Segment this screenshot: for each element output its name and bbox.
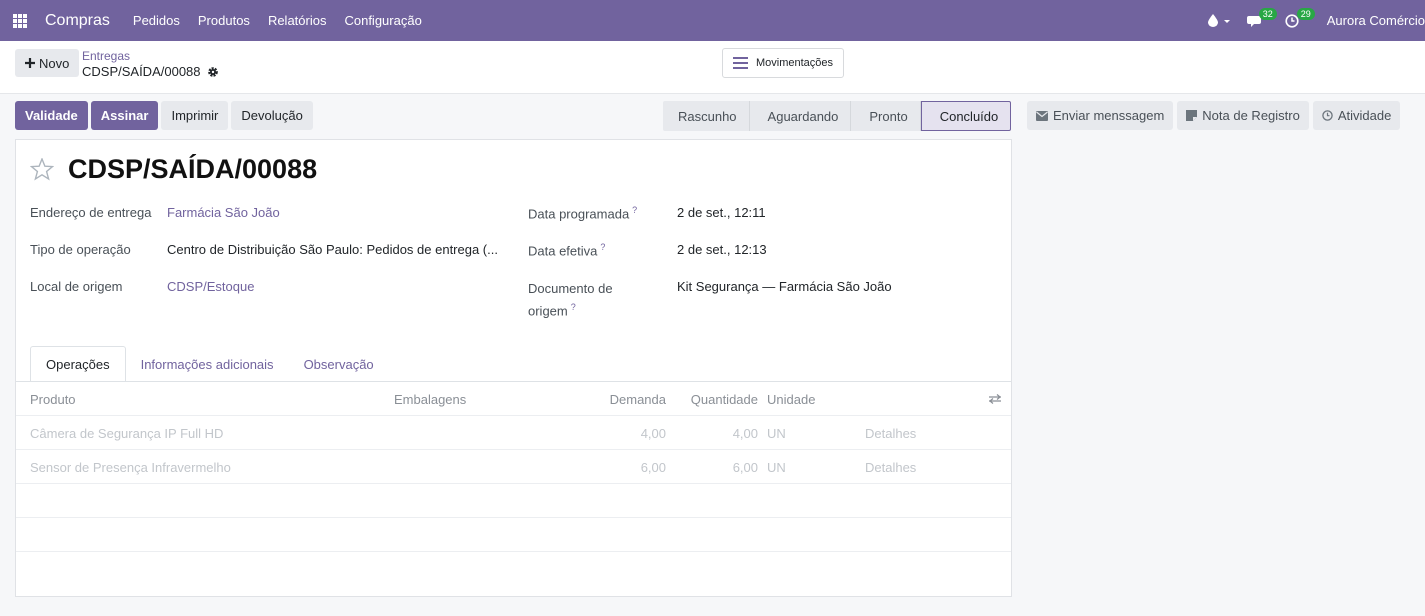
- stage-done[interactable]: Concluído: [920, 101, 1012, 131]
- clock-icon: [1322, 110, 1333, 121]
- user-menu[interactable]: Aurora Comércio: [1327, 13, 1425, 28]
- row-product: Sensor de Presença Infravermelho: [30, 459, 231, 475]
- table-row[interactable]: Sensor de Presença Infravermelho 6,00 6,…: [16, 450, 1011, 484]
- form-actions: Validade Assinar Imprimir Devolução: [15, 101, 313, 130]
- envelope-icon: [1036, 110, 1048, 121]
- table-row[interactable]: Câmera de Segurança IP Full HD 4,00 4,00…: [16, 416, 1011, 450]
- caret-down-icon: [1223, 19, 1230, 23]
- row-product: Câmera de Segurança IP Full HD: [30, 425, 224, 441]
- header-product[interactable]: Produto: [30, 382, 76, 416]
- plus-icon: [25, 58, 35, 68]
- operation-type-label: Tipo de operação: [30, 242, 131, 257]
- validate-button[interactable]: Validade: [15, 101, 88, 130]
- stage-waiting[interactable]: Aguardando: [749, 101, 852, 131]
- source-location-label: Local de origem: [30, 279, 123, 294]
- activities-button[interactable]: 29: [1285, 7, 1315, 28]
- send-message-label: Enviar menssagem: [1053, 108, 1165, 123]
- header-quantity[interactable]: Quantidade: [666, 382, 758, 416]
- form-sheet: CDSP/SAÍDA/00088 Endereço de entrega Far…: [15, 139, 1012, 597]
- stage-ready[interactable]: Pronto: [851, 101, 921, 131]
- header-packaging[interactable]: Embalagens: [394, 382, 466, 416]
- scheduled-date-label: Data programada?: [528, 205, 637, 221]
- status-bar: Rascunho Aguardando Pronto Concluído: [663, 101, 1012, 131]
- send-message-button[interactable]: Enviar menssagem: [1027, 101, 1174, 130]
- help-icon[interactable]: ?: [632, 205, 637, 215]
- row-demand: 6,00: [640, 459, 666, 475]
- row-quantity: 6,00: [732, 459, 758, 475]
- stage-draft[interactable]: Rascunho: [663, 101, 750, 131]
- gear-icon[interactable]: [207, 66, 219, 78]
- apps-menu-icon[interactable]: [13, 13, 27, 28]
- row-quantity: 4,00: [732, 425, 758, 441]
- new-button-label: Novo: [39, 55, 70, 71]
- droplet-icon: [1207, 14, 1218, 27]
- new-button[interactable]: Novo: [15, 49, 80, 77]
- operation-type-value[interactable]: Centro de Distribuição São Paulo: Pedido…: [167, 242, 498, 257]
- sign-button[interactable]: Assinar: [90, 101, 159, 130]
- scheduled-date-value[interactable]: 2 de set., 12:11: [677, 205, 766, 220]
- table-header: Produto Embalagens Demanda Quantidade Un…: [16, 382, 1011, 416]
- menu-pedidos[interactable]: Pedidos: [133, 13, 180, 28]
- effective-date-label-text: Data efetiva: [528, 243, 598, 259]
- messages-button[interactable]: 32: [1246, 7, 1277, 28]
- tab-operations[interactable]: Operações: [30, 346, 126, 382]
- scheduled-date-label-text: Data programada: [528, 206, 630, 222]
- source-location-value[interactable]: CDSP/Estoque: [167, 279, 254, 294]
- breadcrumb-parent[interactable]: Entregas: [82, 49, 130, 63]
- print-button[interactable]: Imprimir: [161, 101, 229, 130]
- chatter-topbar: Enviar menssagem Nota de Registro Ativid…: [1027, 101, 1401, 130]
- row-demand: 4,00: [640, 425, 666, 441]
- header-demand[interactable]: Demanda: [576, 382, 666, 416]
- operations-table: Produto Embalagens Demanda Quantidade Un…: [16, 382, 1011, 552]
- activity-button[interactable]: Atividade: [1312, 101, 1401, 130]
- row-unit: UN: [767, 459, 786, 475]
- menu-relatorios[interactable]: Relatórios: [268, 13, 327, 28]
- breadcrumb-current-label: CDSP/SAÍDA/00088: [82, 64, 201, 79]
- help-icon[interactable]: ?: [600, 242, 605, 252]
- control-panel: Novo Entregas CDSP/SAÍDA/00088 Movimenta…: [0, 41, 1425, 94]
- effective-date-value[interactable]: 2 de set., 12:13: [677, 242, 767, 257]
- delivery-address-value[interactable]: Farmácia São João: [167, 205, 280, 220]
- source-document-label-line1: Documento de: [528, 281, 613, 296]
- app-brand[interactable]: Compras: [45, 12, 110, 30]
- list-icon: [733, 57, 748, 69]
- row-details-button[interactable]: Detalhes: [865, 416, 916, 450]
- table-row-empty: [16, 518, 1011, 552]
- log-note-label: Nota de Registro: [1202, 108, 1300, 123]
- source-document-value[interactable]: Kit Segurança — Farmácia São João: [677, 279, 892, 294]
- activity-label: Atividade: [1337, 108, 1392, 123]
- tab-additional-info[interactable]: Informações adicionais: [126, 346, 289, 382]
- source-document-label: Documento de origem?: [528, 279, 613, 320]
- header-unit[interactable]: Unidade: [767, 382, 815, 416]
- droplet-dropdown[interactable]: [1207, 14, 1231, 27]
- menu-configuracao[interactable]: Configuração: [344, 13, 421, 28]
- delivery-address-label: Endereço de entrega: [30, 205, 152, 220]
- moves-label: Movimentações: [756, 57, 834, 69]
- source-document-label-line2: origem: [528, 303, 568, 319]
- moves-smart-button[interactable]: Movimentações: [722, 48, 845, 78]
- row-details-button[interactable]: Detalhes: [865, 450, 916, 484]
- title-row: CDSP/SAÍDA/00088: [30, 154, 317, 185]
- row-unit: UN: [767, 425, 786, 441]
- record-title: CDSP/SAÍDA/00088: [68, 154, 318, 184]
- return-button[interactable]: Devolução: [231, 101, 313, 130]
- note-icon: [1186, 110, 1198, 121]
- breadcrumb-current: CDSP/SAÍDA/00088: [82, 64, 219, 79]
- tab-notes[interactable]: Observação: [289, 346, 389, 382]
- help-icon[interactable]: ?: [571, 302, 576, 312]
- log-note-button[interactable]: Nota de Registro: [1177, 101, 1309, 130]
- notebook-tabs: Operações Informações adicionais Observa…: [30, 346, 389, 382]
- top-navbar: Compras Pedidos Produtos Relatórios Conf…: [0, 0, 1425, 41]
- messages-badge: 32: [1258, 7, 1277, 20]
- star-icon[interactable]: [30, 158, 54, 181]
- menu-produtos[interactable]: Produtos: [198, 13, 250, 28]
- table-row-empty: [16, 484, 1011, 518]
- effective-date-label: Data efetiva?: [528, 242, 605, 258]
- activities-badge: 29: [1296, 7, 1315, 20]
- column-settings-icon[interactable]: [989, 382, 1001, 416]
